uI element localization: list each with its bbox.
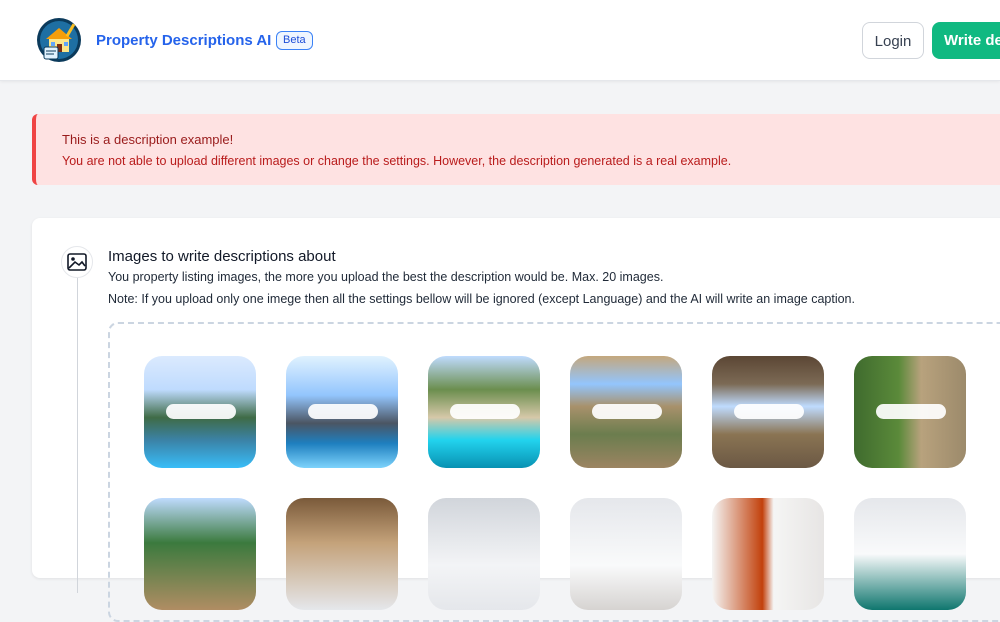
image-thumbnail[interactable] (144, 498, 256, 610)
image-caption-placeholder (308, 404, 378, 419)
alert-title: This is a description example! (62, 132, 234, 147)
image-thumbnail[interactable] (712, 356, 824, 468)
image-caption-placeholder (734, 404, 804, 419)
image-thumbnail[interactable] (712, 498, 824, 610)
image-caption-placeholder (166, 404, 236, 419)
image-thumbnail[interactable] (428, 498, 540, 610)
step-icon-badge (61, 246, 93, 278)
section-title: Images to write descriptions about (108, 248, 336, 265)
logo-icon[interactable] (36, 17, 82, 63)
image-thumbnail[interactable] (144, 356, 256, 468)
top-navbar: Property Descriptions AI Beta Login Writ… (0, 0, 1000, 81)
image-thumbnail[interactable] (854, 356, 966, 468)
step-connector-line (77, 263, 78, 593)
image-thumbnail[interactable] (854, 498, 966, 610)
beta-badge: Beta (276, 31, 313, 50)
image-caption-placeholder (592, 404, 662, 419)
section-note: Note: If you upload only one imege then … (108, 292, 855, 306)
images-section-card: Images to write descriptions about You p… (32, 218, 1000, 622)
image-thumbnail[interactable] (286, 498, 398, 610)
example-alert: This is a description example! You are n… (32, 114, 1000, 185)
brand-name[interactable]: Property Descriptions AI (96, 32, 271, 49)
image-thumbnail[interactable] (570, 498, 682, 610)
write-description-button[interactable]: Write de (932, 22, 1000, 59)
image-thumbnail[interactable] (286, 356, 398, 468)
section-description: You property listing images, the more yo… (108, 270, 664, 284)
image-thumbnail[interactable] (570, 356, 682, 468)
image-dropzone[interactable] (108, 322, 1000, 622)
image-thumbnail[interactable] (428, 356, 540, 468)
alert-text: You are not able to upload different ima… (62, 154, 732, 168)
image-caption-placeholder (450, 404, 520, 419)
image-caption-placeholder (876, 404, 946, 419)
login-button[interactable]: Login (862, 22, 924, 59)
